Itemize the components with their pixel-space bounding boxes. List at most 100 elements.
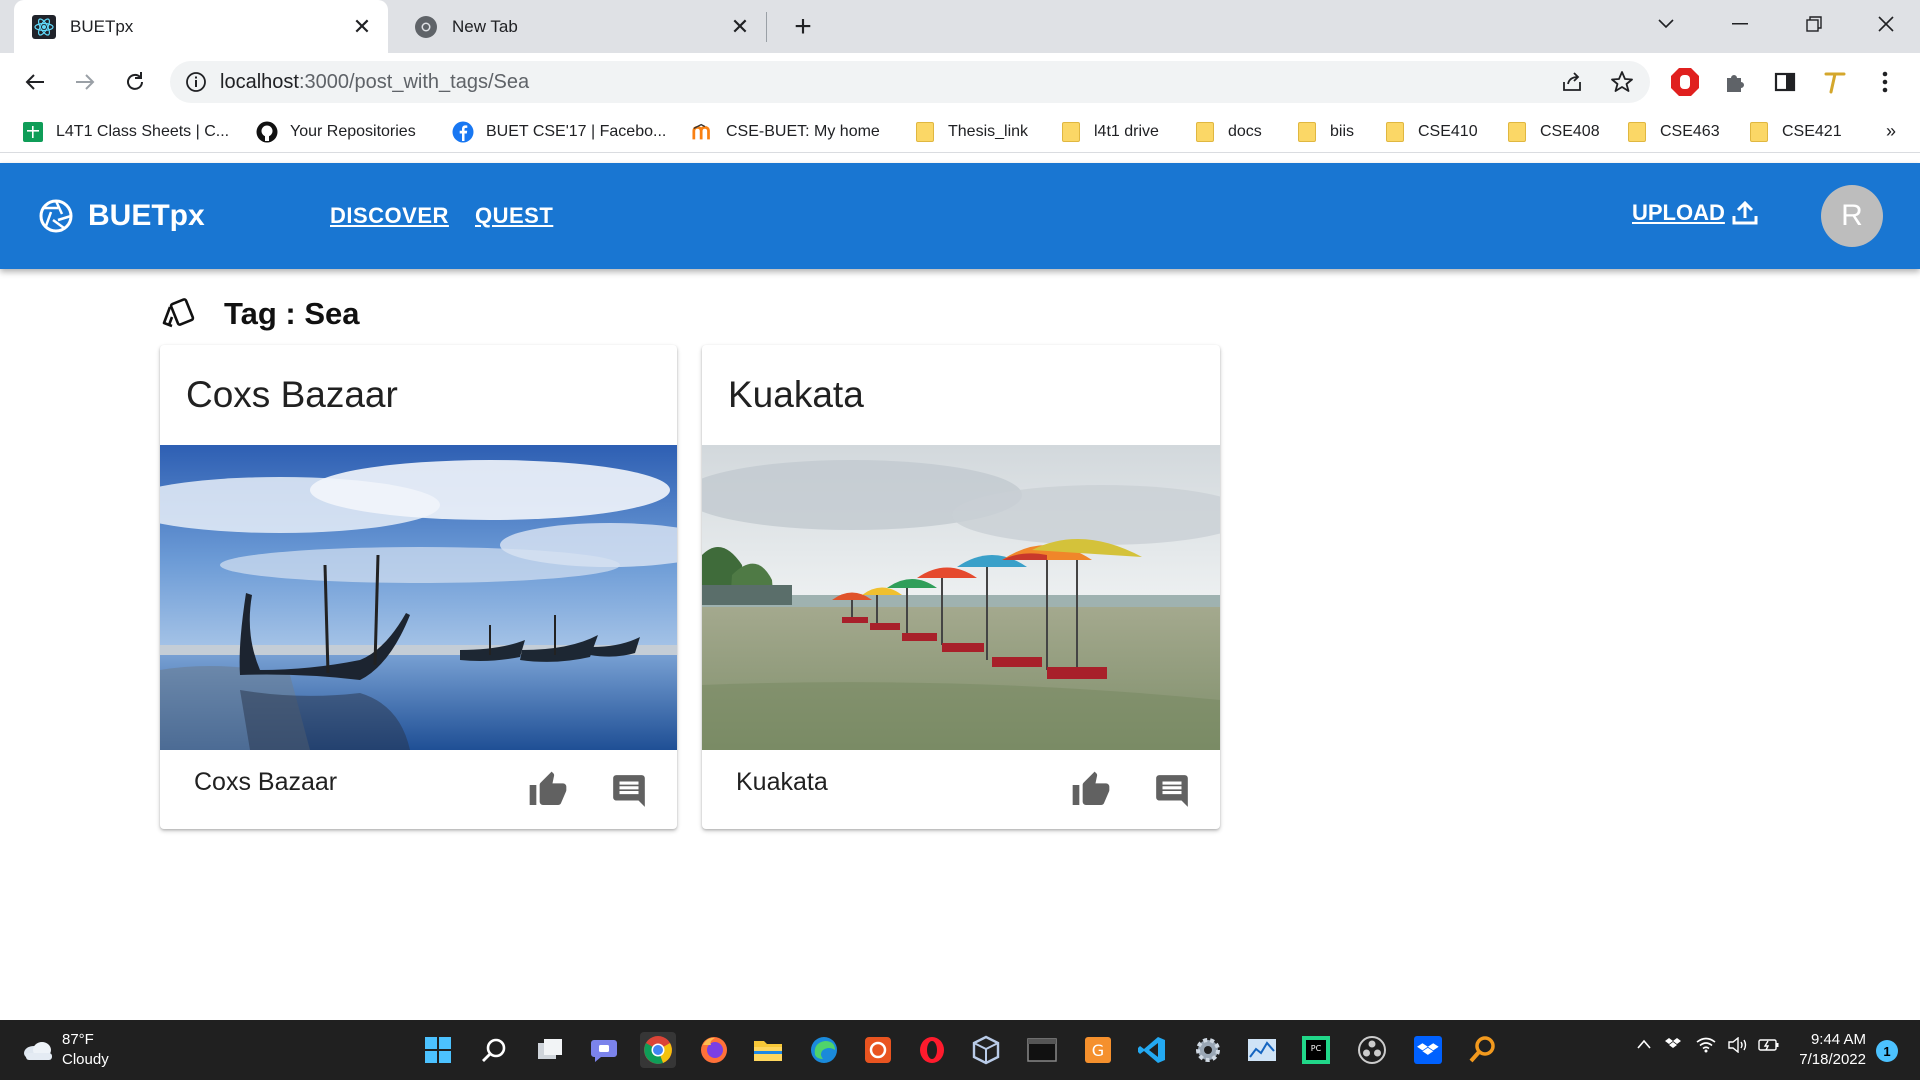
address-bar[interactable]: localhost:3000/post_with_tags/Sea: [170, 61, 1650, 103]
clock-date: 7/18/2022: [1799, 1051, 1866, 1068]
post-card[interactable]: Kuakata Kuakata: [702, 345, 1220, 829]
svg-text:PC: PC: [1311, 1044, 1322, 1053]
chrome-icon: [414, 15, 438, 39]
new-tab-button[interactable]: +: [786, 10, 820, 44]
site-info-icon[interactable]: [184, 70, 208, 94]
tag-icon: [160, 295, 198, 333]
brand-link[interactable]: BUETpx: [38, 198, 205, 234]
notification-badge[interactable]: 1: [1876, 1040, 1898, 1062]
browser-toolbar: localhost:3000/post_with_tags/Sea: [0, 53, 1920, 111]
sheets-icon: [22, 121, 44, 143]
tag-title: Tag : Sea: [224, 296, 360, 331]
folder-icon: [1296, 121, 1318, 143]
extensions-puzzle-icon[interactable]: [1716, 63, 1754, 101]
nav-quest-link[interactable]: QUEST: [475, 203, 553, 229]
virtualbox-icon[interactable]: [968, 1032, 1004, 1068]
windows-start-icon[interactable]: [420, 1032, 456, 1068]
bookmark-cse421[interactable]: CSE421: [1748, 119, 1842, 145]
git-app-icon[interactable]: G: [1080, 1032, 1116, 1068]
nav-discover-link[interactable]: DISCOVER: [330, 203, 449, 229]
bookmark-thesis-link[interactable]: Thesis_link: [914, 119, 1028, 145]
thumbs-up-icon[interactable]: [1070, 770, 1112, 810]
tab-new-tab[interactable]: New Tab ✕: [396, 0, 766, 53]
opera-icon[interactable]: [914, 1032, 950, 1068]
close-window-icon[interactable]: [1858, 0, 1914, 48]
side-panel-icon[interactable]: [1766, 63, 1804, 101]
bookmark-your-repositories[interactable]: Your Repositories: [256, 119, 416, 145]
show-hidden-icons-icon[interactable]: [1636, 1037, 1652, 1054]
bookmark-cse410[interactable]: CSE410: [1384, 119, 1478, 145]
tab-buetpx[interactable]: BUETpx ✕: [14, 0, 388, 53]
ubuntu-app-icon[interactable]: [860, 1032, 896, 1068]
folder-icon: [1748, 121, 1770, 143]
tag-header: Tag : Sea: [160, 295, 360, 333]
settings-gear-icon[interactable]: [1190, 1032, 1226, 1068]
dropbox-tray-icon[interactable]: [1664, 1037, 1682, 1057]
post-caption: Coxs Bazaar: [194, 768, 338, 796]
bookmark-label: BUET CSE'17 | Facebo...: [486, 123, 667, 140]
teams-chat-icon[interactable]: [586, 1032, 622, 1068]
resource-monitor-icon[interactable]: [1244, 1032, 1280, 1068]
forward-icon[interactable]: [66, 63, 104, 101]
post-image-boats-on-beach[interactable]: [160, 445, 677, 750]
close-tab-icon[interactable]: ✕: [728, 14, 752, 39]
firefox-icon[interactable]: [696, 1032, 732, 1068]
wifi-icon[interactable]: [1696, 1037, 1716, 1057]
bookmark-buet-cse17-facebook[interactable]: BUET CSE'17 | Facebo...: [452, 119, 666, 145]
font-extension-icon[interactable]: [1816, 63, 1854, 101]
adblock-icon[interactable]: [1666, 63, 1704, 101]
volume-icon[interactable]: [1728, 1036, 1748, 1057]
reload-icon[interactable]: [116, 63, 154, 101]
tab-strip: BUETpx ✕ New Tab ✕ +: [0, 0, 1920, 53]
bookmark-l4t1-drive[interactable]: l4t1 drive: [1060, 119, 1159, 145]
post-title: Coxs Bazaar: [186, 374, 398, 415]
weather-widget[interactable]: 87°F Cloudy: [22, 1030, 109, 1070]
close-tab-icon[interactable]: ✕: [350, 14, 374, 39]
comment-icon[interactable]: [1152, 772, 1192, 810]
magnifier-tool-icon[interactable]: [1464, 1032, 1500, 1068]
search-icon[interactable]: [476, 1032, 512, 1068]
bookmark-biis[interactable]: biis: [1296, 119, 1354, 145]
chrome-taskbar-icon[interactable]: [640, 1032, 676, 1068]
pycharm-icon[interactable]: PC: [1298, 1032, 1334, 1068]
post-image-beach-umbrellas[interactable]: [702, 445, 1220, 750]
bookmark-cse408[interactable]: CSE408: [1506, 119, 1600, 145]
dropbox-icon[interactable]: [1410, 1032, 1446, 1068]
bookmark-cse463[interactable]: CSE463: [1626, 119, 1720, 145]
bookmark-l4t1-class-sheets[interactable]: L4T1 Class Sheets | C...: [22, 119, 229, 145]
bookmark-label: L4T1 Class Sheets | C...: [56, 123, 230, 140]
folder-icon: [1060, 121, 1082, 143]
weather-temp: 87°F: [62, 1031, 94, 1048]
upload-button[interactable]: UPLOAD: [1632, 199, 1759, 227]
bookmark-label: Thesis_link: [948, 123, 1029, 140]
minimize-icon[interactable]: [1712, 0, 1768, 48]
bookmarks-overflow-button[interactable]: »: [1886, 121, 1896, 142]
battery-icon[interactable]: [1758, 1037, 1780, 1057]
bookmark-cse-buet-home[interactable]: CSE-BUET: My home: [692, 119, 880, 145]
brand-name: BUETpx: [88, 199, 205, 232]
svg-text:G: G: [1092, 1041, 1104, 1060]
react-icon: [32, 14, 56, 39]
restore-icon[interactable]: [1786, 0, 1842, 48]
thumbs-up-icon[interactable]: [527, 770, 569, 810]
menu-kebab-icon[interactable]: [1866, 63, 1904, 101]
task-view-icon[interactable]: [532, 1032, 568, 1068]
bookmark-label: Your Repositories: [290, 123, 416, 140]
share-icon[interactable]: [1552, 62, 1592, 102]
avatar[interactable]: R: [1821, 185, 1883, 247]
url-host: localhost: [220, 70, 299, 93]
tab-search-icon[interactable]: [1638, 0, 1694, 48]
file-explorer-icon[interactable]: [750, 1032, 786, 1068]
comment-icon[interactable]: [609, 772, 649, 810]
bookmark-star-icon[interactable]: [1602, 62, 1642, 102]
obs-icon[interactable]: [1354, 1032, 1390, 1068]
post-card[interactable]: Coxs Bazaar Coxs Bazaar: [160, 345, 677, 829]
terminal-icon[interactable]: [1024, 1032, 1060, 1068]
bookmark-docs[interactable]: docs: [1194, 119, 1262, 145]
vscode-icon[interactable]: [1134, 1032, 1170, 1068]
edge-icon[interactable]: [806, 1032, 842, 1068]
system-clock[interactable]: 9:44 AM 7/18/2022: [1799, 1030, 1866, 1070]
folder-icon: [1194, 121, 1216, 143]
back-icon[interactable]: [16, 63, 54, 101]
moodle-icon: [692, 121, 714, 143]
